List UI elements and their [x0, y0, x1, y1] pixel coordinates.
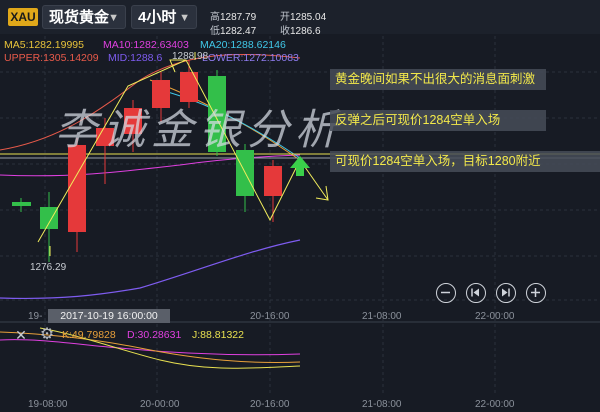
x-axis-label: 20-16:00 [250, 399, 290, 410]
x-axis-label: 20-16:00 [250, 311, 290, 322]
low-price-marker: 1276.29 [30, 262, 67, 273]
x-axis-label: 21-08:00 [362, 311, 402, 322]
ma20-value: MA20:1288.62146 [200, 39, 286, 51]
x-axis-label: 22-00:00 [475, 399, 515, 410]
close-icon[interactable]: ✕ [12, 326, 30, 344]
x-axis-label: 20-00:00 [140, 399, 180, 410]
kdj-k-value: K:49.79828 [62, 329, 116, 341]
annotation-2: 反弹之后可现价1284空单入场 [330, 110, 546, 131]
mid-value: MID:1288.6 [108, 52, 163, 64]
rewind-icon[interactable] [466, 283, 486, 303]
watermark: 李诚金银分析 [55, 105, 344, 154]
candles [12, 60, 282, 262]
x-axis-label: 22-00:00 [475, 311, 515, 322]
annotation-3: 可现价1284空单入场，目标1280附近 [330, 151, 600, 172]
zoom-in-icon[interactable] [526, 283, 546, 303]
lower-value: LOWER:1272.10083 [202, 52, 299, 64]
ma5-value: MA5:1282.19995 [4, 39, 84, 51]
high-price-marker: 1288.98 [172, 51, 209, 62]
annotation-1: 黄金晚间如果不出很大的消息面刺激 [330, 69, 546, 90]
kdj-d-value: D:30.28631 [127, 329, 182, 341]
x-axis-label: 19-08:00 [28, 399, 68, 410]
forward-icon[interactable] [496, 283, 516, 303]
x-axis-label: 19- [28, 311, 43, 322]
zoom-out-icon[interactable] [436, 283, 456, 303]
crosshair-time-tooltip: 2017-10-19 16:00:00 [48, 309, 170, 323]
gear-icon[interactable]: ⚙ [37, 325, 57, 345]
x-axis-label: 21-08:00 [362, 399, 402, 410]
ma10-value: MA10:1282.63403 [103, 39, 189, 51]
chart-grid [0, 36, 600, 396]
kdj-j-value: J:88.81322 [192, 329, 244, 341]
upper-value: UPPER:1305.14209 [4, 52, 99, 64]
